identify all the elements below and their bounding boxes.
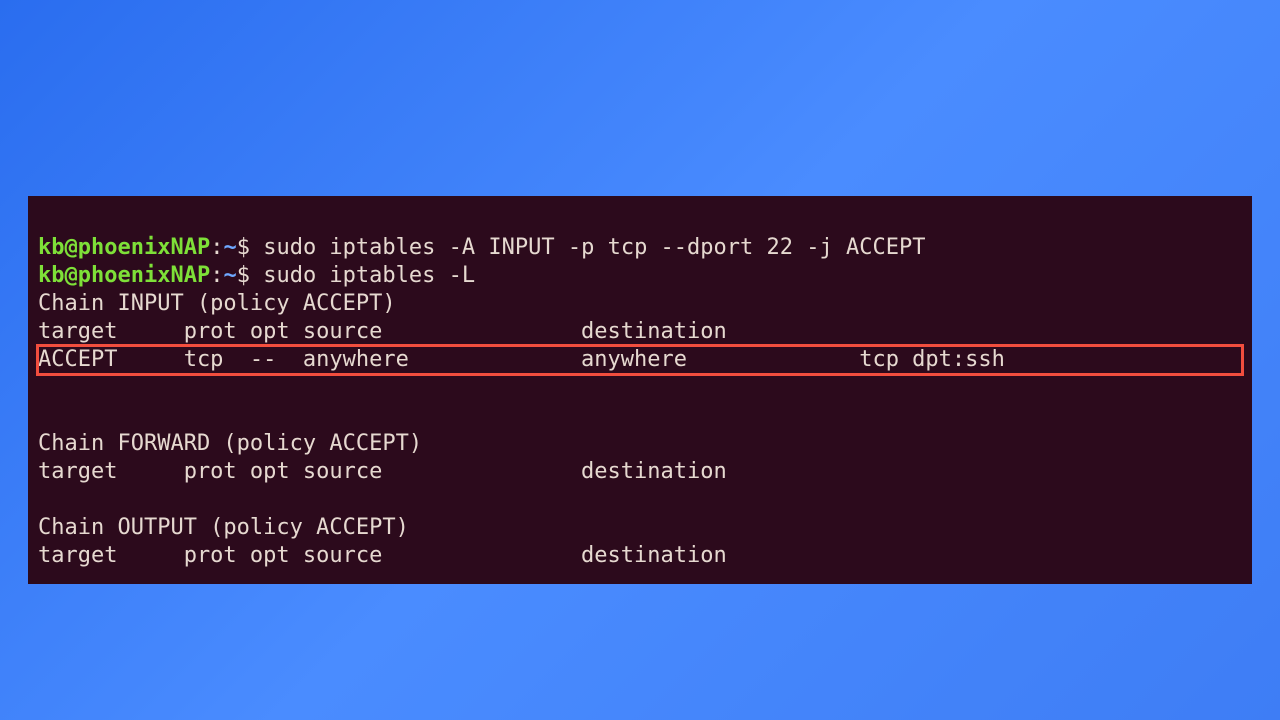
prompt-host: phoenixNAP bbox=[78, 263, 210, 288]
prompt-host: phoenixNAP bbox=[78, 235, 210, 260]
chain-output-header: Chain OUTPUT (policy ACCEPT) bbox=[38, 515, 409, 540]
prompt-colon: : bbox=[210, 235, 223, 260]
prompt-at: @ bbox=[65, 263, 78, 288]
prompt-user: kb bbox=[38, 263, 65, 288]
prompt-dollar: $ bbox=[237, 235, 250, 260]
prompt-user: kb bbox=[38, 235, 65, 260]
highlighted-rule-row: ACCEPT tcp -- anywhere anywhere tcp dpt:… bbox=[38, 346, 1242, 374]
prompt-colon: : bbox=[210, 263, 223, 288]
command-2: sudo iptables -L bbox=[263, 263, 475, 288]
input-rule-accept-ssh: ACCEPT tcp -- anywhere anywhere tcp dpt:… bbox=[38, 347, 1005, 372]
columns-header-input: target prot opt source destination bbox=[38, 319, 727, 344]
chain-input-header: Chain INPUT (policy ACCEPT) bbox=[38, 291, 396, 316]
prompt-path: ~ bbox=[223, 263, 236, 288]
command-1: sudo iptables -A INPUT -p tcp --dport 22… bbox=[263, 235, 925, 260]
desktop-background: kb@phoenixNAP:~$ sudo iptables -A INPUT … bbox=[0, 0, 1280, 720]
prompt-line-1: kb@phoenixNAP:~$ sudo iptables -A INPUT … bbox=[38, 235, 925, 260]
columns-header-output: target prot opt source destination bbox=[38, 543, 727, 568]
columns-header-forward: target prot opt source destination bbox=[38, 459, 727, 484]
prompt-dollar: $ bbox=[237, 263, 250, 288]
prompt-at: @ bbox=[65, 235, 78, 260]
prompt-line-2: kb@phoenixNAP:~$ sudo iptables -L bbox=[38, 263, 475, 288]
prompt-path: ~ bbox=[223, 235, 236, 260]
terminal-window[interactable]: kb@phoenixNAP:~$ sudo iptables -A INPUT … bbox=[28, 196, 1252, 584]
chain-forward-header: Chain FORWARD (policy ACCEPT) bbox=[38, 431, 422, 456]
